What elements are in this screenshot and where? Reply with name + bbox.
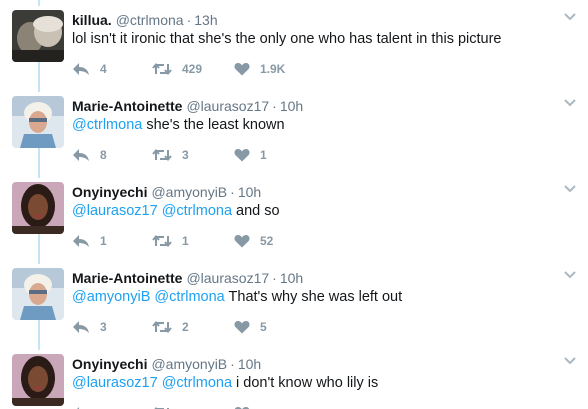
- timestamp[interactable]: 10h: [238, 356, 261, 372]
- retweet-arrows-icon: [152, 62, 172, 76]
- reply-count: 8: [100, 148, 107, 162]
- display-name[interactable]: Marie-Antoinette: [72, 270, 182, 286]
- reply-button[interactable]: 8: [72, 147, 107, 163]
- retweet-arrows-icon: [152, 234, 172, 248]
- like-button[interactable]: [234, 405, 260, 409]
- display-name[interactable]: Marie-Antoinette: [72, 98, 182, 114]
- user-handle[interactable]: @amyonyiB: [151, 356, 227, 372]
- reply-arrow-icon: [73, 321, 89, 333]
- reply-button[interactable]: [72, 405, 100, 409]
- chevron-down-icon[interactable]: [562, 268, 578, 280]
- display-name[interactable]: Onyinyechi: [72, 184, 147, 200]
- retweet-button[interactable]: 429: [152, 61, 202, 77]
- heart-icon: [234, 321, 250, 334]
- mention-link[interactable]: @ctrlmona: [162, 203, 232, 219]
- user-handle[interactable]: @laurasoz17: [186, 98, 269, 114]
- retweet-arrows-icon: [152, 148, 172, 162]
- retweet-count: 3: [182, 148, 189, 162]
- tweet-text: @ctrlmona she's the least known: [72, 116, 285, 135]
- like-count: 1.9K: [260, 62, 286, 76]
- reply-arrow-icon: [73, 63, 89, 75]
- retweet-button[interactable]: 3: [152, 147, 189, 163]
- reply-button[interactable]: 3: [72, 319, 107, 335]
- tweet-text-segment: i don't know who lily is: [232, 375, 379, 391]
- chevron-down-icon[interactable]: [562, 354, 578, 366]
- separator-dot: ·: [230, 184, 235, 200]
- retweet-count: 2: [182, 320, 189, 334]
- reply-count: 1: [100, 234, 107, 248]
- like-count: 52: [260, 234, 274, 248]
- timestamp[interactable]: 13h: [194, 12, 217, 28]
- like-count: 5: [260, 320, 267, 334]
- separator-dot: ·: [272, 98, 277, 114]
- avatar[interactable]: [12, 10, 64, 62]
- mention-link[interactable]: @ctrlmona: [162, 375, 232, 391]
- timestamp[interactable]: 10h: [238, 184, 261, 200]
- timestamp[interactable]: 10h: [280, 270, 303, 286]
- user-handle[interactable]: @laurasoz17: [186, 270, 269, 286]
- like-button[interactable]: 1: [234, 147, 267, 163]
- user-handle[interactable]: @ctrlmona: [116, 12, 184, 28]
- retweet-button[interactable]: 1: [152, 233, 189, 249]
- tweet-text: @laurasoz17 @ctrlmona and so: [72, 202, 280, 221]
- tweet-text-segment: she's the least known: [142, 117, 285, 133]
- like-button[interactable]: 52: [234, 233, 273, 249]
- like-count: 1: [260, 148, 267, 162]
- reply-arrow-icon: [73, 149, 89, 161]
- separator-dot: ·: [272, 270, 277, 286]
- mention-link[interactable]: @ctrlmona: [72, 117, 142, 133]
- heart-icon: [234, 149, 250, 162]
- tweet[interactable]: killua. @ctrlmona · 13h lol isn't it ironic…: [0, 0, 588, 86]
- separator-dot: ·: [230, 356, 235, 372]
- tweet-text: @laurasoz17 @ctrlmona i don't know who l…: [72, 374, 378, 393]
- tweet-text-segment: and so: [232, 203, 280, 219]
- heart-icon: [234, 235, 250, 248]
- tweet[interactable]: Onyinyechi @amyonyiB · 10h @laurasoz17 @ctr…: [0, 344, 588, 409]
- reply-count: 4: [100, 62, 107, 76]
- display-name[interactable]: killua.: [72, 12, 112, 28]
- avatar[interactable]: [12, 354, 64, 406]
- reply-button[interactable]: 1: [72, 233, 107, 249]
- reply-arrow-icon: [73, 235, 89, 247]
- mention-link[interactable]: @laurasoz17: [72, 203, 158, 219]
- retweet-button[interactable]: [152, 405, 182, 409]
- heart-icon: [234, 63, 250, 76]
- display-name[interactable]: Onyinyechi: [72, 356, 147, 372]
- reply-button[interactable]: 4: [72, 61, 107, 77]
- chevron-down-icon[interactable]: [562, 96, 578, 108]
- tweet-text-segment: That's why she was left out: [224, 289, 403, 305]
- tweet[interactable]: Onyinyechi @amyonyiB · 10h @laurasoz17 @ctr…: [0, 172, 588, 258]
- mention-link[interactable]: @amyonyiB: [72, 289, 150, 305]
- separator-dot: ·: [186, 12, 192, 28]
- avatar[interactable]: [12, 96, 64, 148]
- avatar[interactable]: [12, 268, 64, 320]
- retweet-count: 429: [182, 62, 203, 76]
- retweet-arrows-icon: [152, 320, 172, 334]
- avatar[interactable]: [12, 182, 64, 234]
- retweet-count: 1: [182, 234, 189, 248]
- tweet[interactable]: Marie-Antoinette @laurasoz17 · 10h @ctrlmon…: [0, 86, 588, 172]
- timestamp[interactable]: 10h: [280, 98, 303, 114]
- tweet[interactable]: Marie-Antoinette @laurasoz17 · 10h @amyonyi…: [0, 258, 588, 344]
- tweet-text: @amyonyiB @ctrlmona That's why she was l…: [72, 288, 402, 307]
- reply-count: 3: [100, 320, 107, 334]
- user-handle[interactable]: @amyonyiB: [151, 184, 227, 200]
- tweet-text-segment: lol isn't it ironic that she's the only …: [72, 31, 502, 47]
- chevron-down-icon[interactable]: [562, 10, 578, 22]
- mention-link[interactable]: @ctrlmona: [154, 289, 224, 305]
- mention-link[interactable]: @laurasoz17: [72, 375, 158, 391]
- retweet-button[interactable]: 2: [152, 319, 189, 335]
- like-button[interactable]: 1.9K: [234, 61, 285, 77]
- like-button[interactable]: 5: [234, 319, 267, 335]
- tweet-text: lol isn't it ironic that she's the only …: [72, 30, 502, 49]
- chevron-down-icon[interactable]: [562, 182, 578, 194]
